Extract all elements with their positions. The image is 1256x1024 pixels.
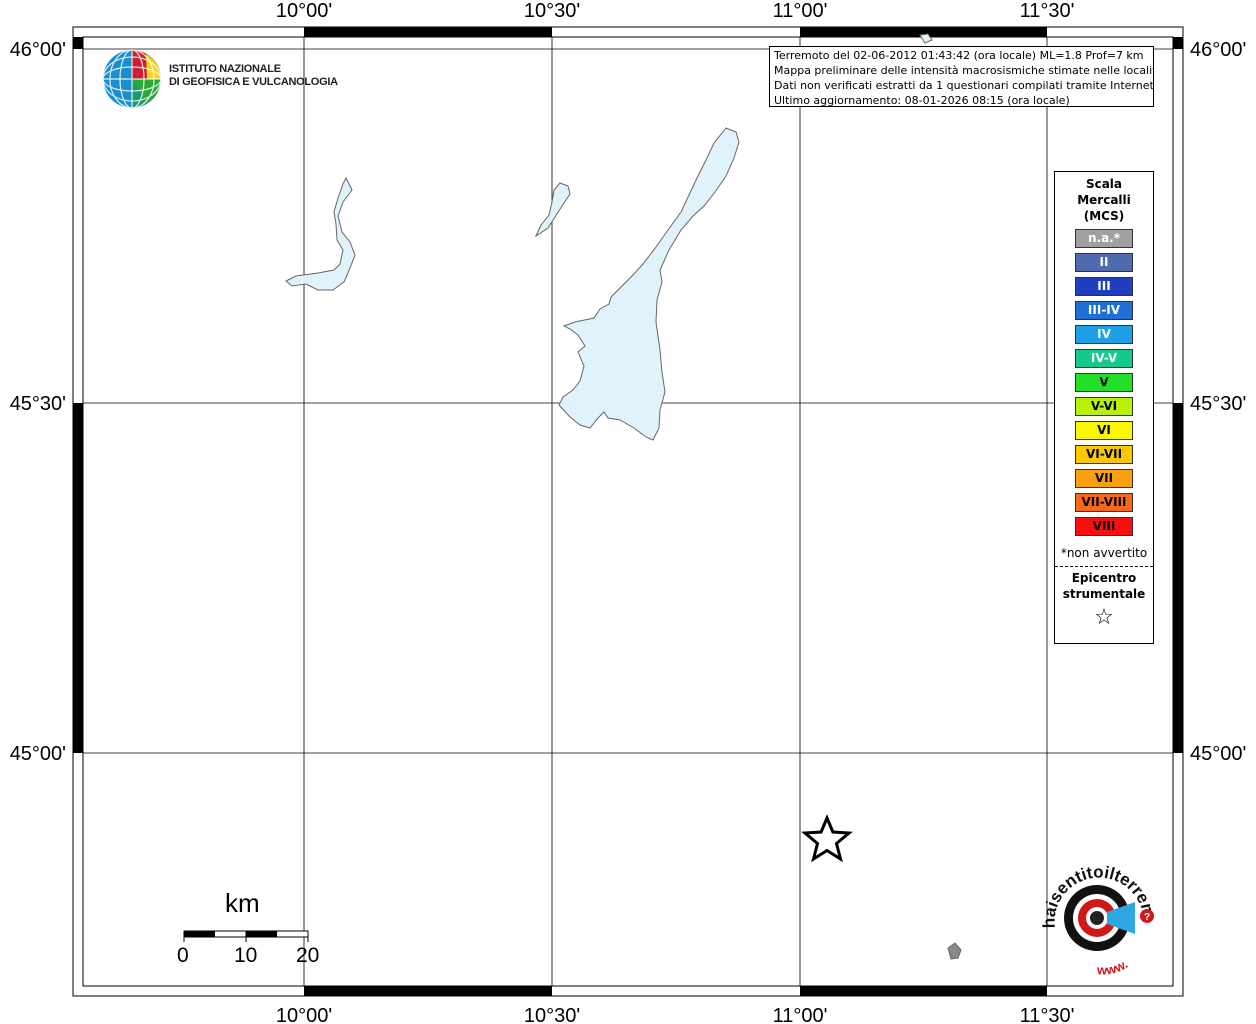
lon-label-top-1: 10°00' [276, 0, 332, 22]
scale-label-10: 10 [234, 944, 258, 967]
legend-title-line1: Scala [1085, 177, 1123, 191]
legend-epicenter-label: Epicentro strumentale [1055, 570, 1153, 602]
lat-label-left-2: 45°30' [10, 393, 66, 415]
lon-label-bottom-4: 11°30' [1020, 1005, 1075, 1024]
lon-label-bottom-1: 10°00' [276, 1005, 332, 1024]
ingv-globe-icon [102, 49, 162, 109]
legend-item: IV [1075, 325, 1133, 344]
lake-small-south [947, 942, 962, 960]
lon-label-top-2: 10°30' [524, 0, 580, 22]
lon-label-top-3: 11°00' [773, 0, 828, 22]
lake-iseo [285, 176, 356, 291]
legend-epicenter-line1: Epicentro [1071, 571, 1137, 585]
event-info-line1: Terremoto del 02-06-2012 01:43:42 (ora l… [774, 49, 1144, 62]
scale-label-20: 20 [296, 944, 320, 967]
frame-bar-right-2 [1173, 403, 1183, 753]
scale-bar [183, 930, 309, 942]
ingv-logo: ISTITUTO NAZIONALE DI GEOFISICA E VULCAN… [101, 48, 338, 110]
haisentito-logo-graphic: haisentitoilterremoto.it www. ? [1030, 843, 1159, 978]
lon-label-top-4: 11°30' [1020, 0, 1075, 22]
event-info-line4: Ultimo aggiornamento: 08-01-2026 08:15 (… [774, 94, 1070, 107]
legend-item: VII [1075, 469, 1133, 488]
legend-star-icon: ☆ [1094, 605, 1114, 630]
lakes [285, 33, 962, 960]
lat-label-left-3: 45°00' [10, 743, 66, 765]
legend-items: n.a.* II III III-IV IV IV-V V V-VI VI VI-VII VII VI… [1055, 229, 1153, 536]
legend-item: VIII [1075, 517, 1133, 536]
mcs-legend: Scala Mercalli (MCS) n.a.* II III III-IV IV I… [1054, 171, 1154, 644]
legend-title: Scala Mercalli (MCS) [1055, 176, 1153, 224]
map-frame-outer [72, 26, 1184, 997]
lon-label-bottom-2: 10°30' [524, 1005, 580, 1024]
legend-item: II [1075, 253, 1133, 272]
frame-bar-left-2 [73, 403, 83, 753]
haisentito-www: www. [1096, 956, 1131, 977]
legend-title-line2: Mercalli [1077, 193, 1131, 207]
lake-idro [534, 182, 571, 238]
event-info-box: Terremoto del 02-06-2012 01:43:42 (ora l… [769, 46, 1154, 107]
ingv-name-line1: ISTITUTO NAZIONALE [169, 63, 281, 75]
ingv-name: ISTITUTO NAZIONALE DI GEOFISICA E VULCAN… [169, 63, 338, 89]
lat-label-right-2: 45°30' [1190, 393, 1246, 415]
event-info-line3: Dati non verificati estratti da 1 questi… [774, 79, 1154, 92]
legend-item: V [1075, 373, 1133, 392]
legend-note: *non avvertito [1060, 546, 1148, 560]
frame-bar-bottom-1 [304, 986, 552, 996]
legend-item: VII-VIII [1075, 493, 1133, 512]
legend-item: IV-V [1075, 349, 1133, 368]
event-info-line2: Mappa preliminare delle intensità macros… [774, 64, 1154, 77]
svg-text:?: ? [1144, 912, 1150, 923]
graticule [83, 37, 1173, 986]
lake-garda [558, 127, 740, 441]
scale-unit: km [225, 888, 260, 918]
lat-label-right-3: 45°00' [1190, 743, 1246, 765]
legend-epicenter-line2: strumentale [1062, 587, 1146, 601]
frame-bar-left-1 [73, 37, 83, 49]
scale-label-0: 0 [177, 944, 189, 967]
legend-item: n.a.* [1075, 229, 1133, 248]
frame-bar-bottom-2 [800, 986, 1047, 996]
haisentito-logo: haisentitoilterremoto.it www. ? [1030, 843, 1165, 978]
frame-bar-top-1 [304, 27, 552, 37]
epicenter-star [801, 814, 853, 863]
legend-item: III [1075, 277, 1133, 296]
legend-separator [1055, 566, 1153, 567]
lat-label-left-1: 46°00' [10, 39, 66, 61]
map-frame-inner [82, 36, 1174, 987]
legend-item: V-VI [1075, 397, 1133, 416]
ingv-name-line2: DI GEOFISICA E VULCANOLOGIA [169, 76, 338, 88]
frame-bar-right-1 [1173, 37, 1183, 49]
lon-label-bottom-3: 11°00' [773, 1005, 828, 1024]
legend-title-line3: (MCS) [1083, 209, 1125, 223]
legend-item: III-IV [1075, 301, 1133, 320]
legend-item: VI [1075, 421, 1133, 440]
lat-label-right-1: 46°00' [1190, 39, 1246, 61]
legend-item: VI-VII [1075, 445, 1133, 464]
